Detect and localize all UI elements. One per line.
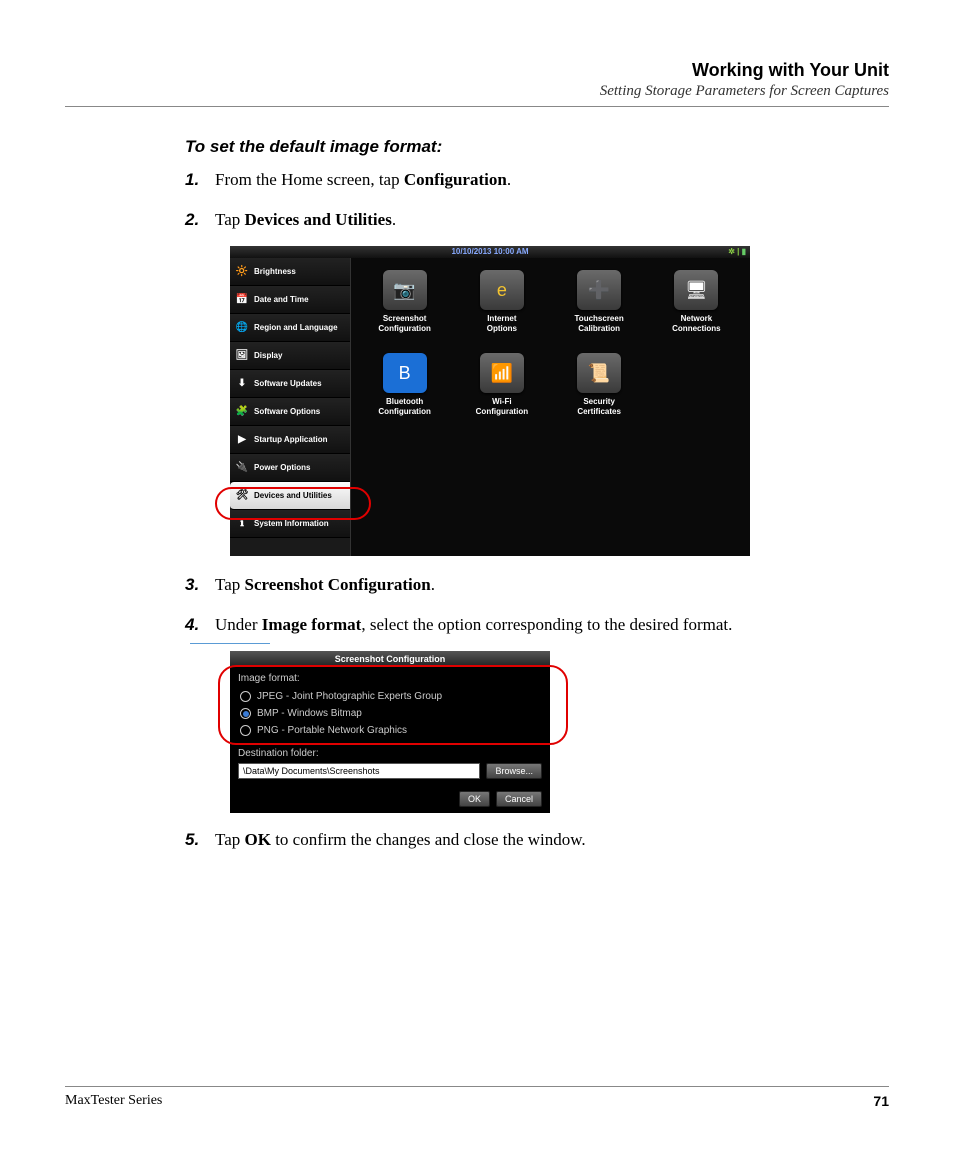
tile-label: ScreenshotConfiguration [361, 314, 448, 333]
sidebar-item-startup-application[interactable]: ▶ Startup Application [230, 426, 350, 454]
sidebar-item-label: Brightness [254, 267, 296, 276]
format-option-0[interactable]: JPEG - Joint Photographic Experts Group [238, 688, 542, 705]
sidebar-item-power-options[interactable]: 🔌 Power Options [230, 454, 350, 482]
radio-icon [240, 725, 251, 736]
image-format-label: Image format: [238, 673, 542, 684]
wifi-icon: 📶 [480, 353, 524, 393]
tile-bluetooth-configuration[interactable]: B BluetoothConfiguration [361, 353, 448, 416]
tile-empty [653, 353, 740, 416]
calendar-icon: 📅 [235, 293, 249, 307]
step-5: 5. Tap OK to confirm the changes and clo… [185, 827, 889, 853]
tile-label: TouchscreenCalibration [556, 314, 643, 333]
settings-sidebar: 🔆 Brightness 📅 Date and Time 🌐 Region and Lan… [230, 258, 351, 556]
step-1: 1. From the Home screen, tap Configurati… [185, 167, 889, 193]
sidebar-item-date-and-time[interactable]: 📅 Date and Time [230, 286, 350, 314]
sidebar-item-region-and-language[interactable]: 🌐 Region and Language [230, 314, 350, 342]
status-bar: 10/10/2013 10:00 AM ✲ | ▮ [230, 246, 750, 258]
utilities-grid: 📷 ScreenshotConfiguration e InternetOptions… [351, 258, 750, 556]
tile-internet-options[interactable]: e InternetOptions [458, 270, 545, 333]
tile-label: SecurityCertificates [556, 397, 643, 416]
sidebar-item-brightness[interactable]: 🔆 Brightness [230, 258, 350, 286]
dialog-titlebar: Screenshot Configuration [230, 651, 550, 667]
sidebar-item-software-options[interactable]: 🧩 Software Options [230, 398, 350, 426]
download-icon: ⬇ [235, 377, 249, 391]
tile-label: InternetOptions [458, 314, 545, 333]
footer-series: MaxTester Series [65, 1093, 162, 1109]
ie-icon: e [480, 270, 524, 310]
display-icon: 🖼 [235, 349, 249, 363]
destination-label: Destination folder: [238, 748, 542, 759]
format-option-2[interactable]: PNG - Portable Network Graphics [238, 722, 542, 739]
section-subtitle: Setting Storage Parameters for Screen Ca… [65, 83, 889, 100]
tile-wi-fi-configuration[interactable]: 📶 Wi-FiConfiguration [458, 353, 545, 416]
cancel-button[interactable]: Cancel [496, 791, 542, 807]
camera-icon: 📷 [383, 270, 427, 310]
procedure-heading: To set the default image format: [185, 137, 889, 157]
radio-icon [240, 691, 251, 702]
header-rule [65, 106, 889, 107]
tile-security-certificates[interactable]: 📜 SecurityCertificates [556, 353, 643, 416]
tile-network-connections[interactable]: 🖥 NetworkConnections [653, 270, 740, 333]
step-3: 3. Tap Screenshot Configuration. [185, 572, 889, 598]
tile-label: BluetoothConfiguration [361, 397, 448, 416]
chapter-title: Working with Your Unit [65, 60, 889, 81]
status-icons: ✲ | ▮ [728, 246, 746, 258]
status-datetime: 10/10/2013 10:00 AM [451, 247, 528, 256]
tools-icon: 🛠 [235, 489, 249, 503]
ok-button[interactable]: OK [459, 791, 490, 807]
radio-icon [240, 708, 251, 719]
sidebar-item-label: Region and Language [254, 323, 338, 332]
power-icon: 🔌 [235, 461, 249, 475]
page-number: 71 [873, 1093, 889, 1109]
sidebar-item-label: Startup Application [254, 435, 327, 444]
devices-utilities-screenshot: 10/10/2013 10:00 AM ✲ | ▮ 🔆 Brightness 📅 Da… [230, 246, 750, 556]
brightness-icon: 🔆 [235, 265, 249, 279]
network-icon: 🖥 [674, 270, 718, 310]
startup-icon: ▶ [235, 433, 249, 447]
bluetooth-icon: B [383, 353, 427, 393]
format-option-label: PNG - Portable Network Graphics [257, 725, 407, 736]
format-option-1[interactable]: BMP - Windows Bitmap [238, 705, 542, 722]
sidebar-item-label: Power Options [254, 463, 310, 472]
format-option-label: JPEG - Joint Photographic Experts Group [257, 691, 442, 702]
sidebar-item-label: Software Updates [254, 379, 322, 388]
calibrate-icon: ➕ [577, 270, 621, 310]
step-2: 2. Tap Devices and Utilities. [185, 207, 889, 233]
format-option-label: BMP - Windows Bitmap [257, 708, 362, 719]
sidebar-item-label: Software Options [254, 407, 320, 416]
destination-path-input[interactable]: \Data\My Documents\Screenshots [238, 763, 480, 779]
callout-leadline [190, 643, 270, 644]
screenshot-configuration-dialog: Screenshot Configuration Image format: J… [230, 651, 550, 813]
step-4: 4. Under Image format, select the option… [185, 612, 889, 638]
globe-icon: 🌐 [235, 321, 249, 335]
browse-button[interactable]: Browse... [486, 763, 542, 779]
certificate-icon: 📜 [577, 353, 621, 393]
sidebar-item-label: Display [254, 351, 282, 360]
sidebar-item-display[interactable]: 🖼 Display [230, 342, 350, 370]
sidebar-item-label: Devices and Utilities [254, 491, 332, 500]
info-icon: ℹ [235, 517, 249, 531]
puzzle-icon: 🧩 [235, 405, 249, 419]
sidebar-item-label: System Information [254, 519, 329, 528]
sidebar-item-system-information[interactable]: ℹ System Information [230, 510, 350, 538]
sidebar-item-label: Date and Time [254, 295, 309, 304]
sidebar-item-software-updates[interactable]: ⬇ Software Updates [230, 370, 350, 398]
tile-touchscreen-calibration[interactable]: ➕ TouchscreenCalibration [556, 270, 643, 333]
sidebar-item-devices-and-utilities[interactable]: 🛠 Devices and Utilities [230, 482, 350, 510]
tile-label: NetworkConnections [653, 314, 740, 333]
tile-screenshot-configuration[interactable]: 📷 ScreenshotConfiguration [361, 270, 448, 333]
tile-label: Wi-FiConfiguration [458, 397, 545, 416]
